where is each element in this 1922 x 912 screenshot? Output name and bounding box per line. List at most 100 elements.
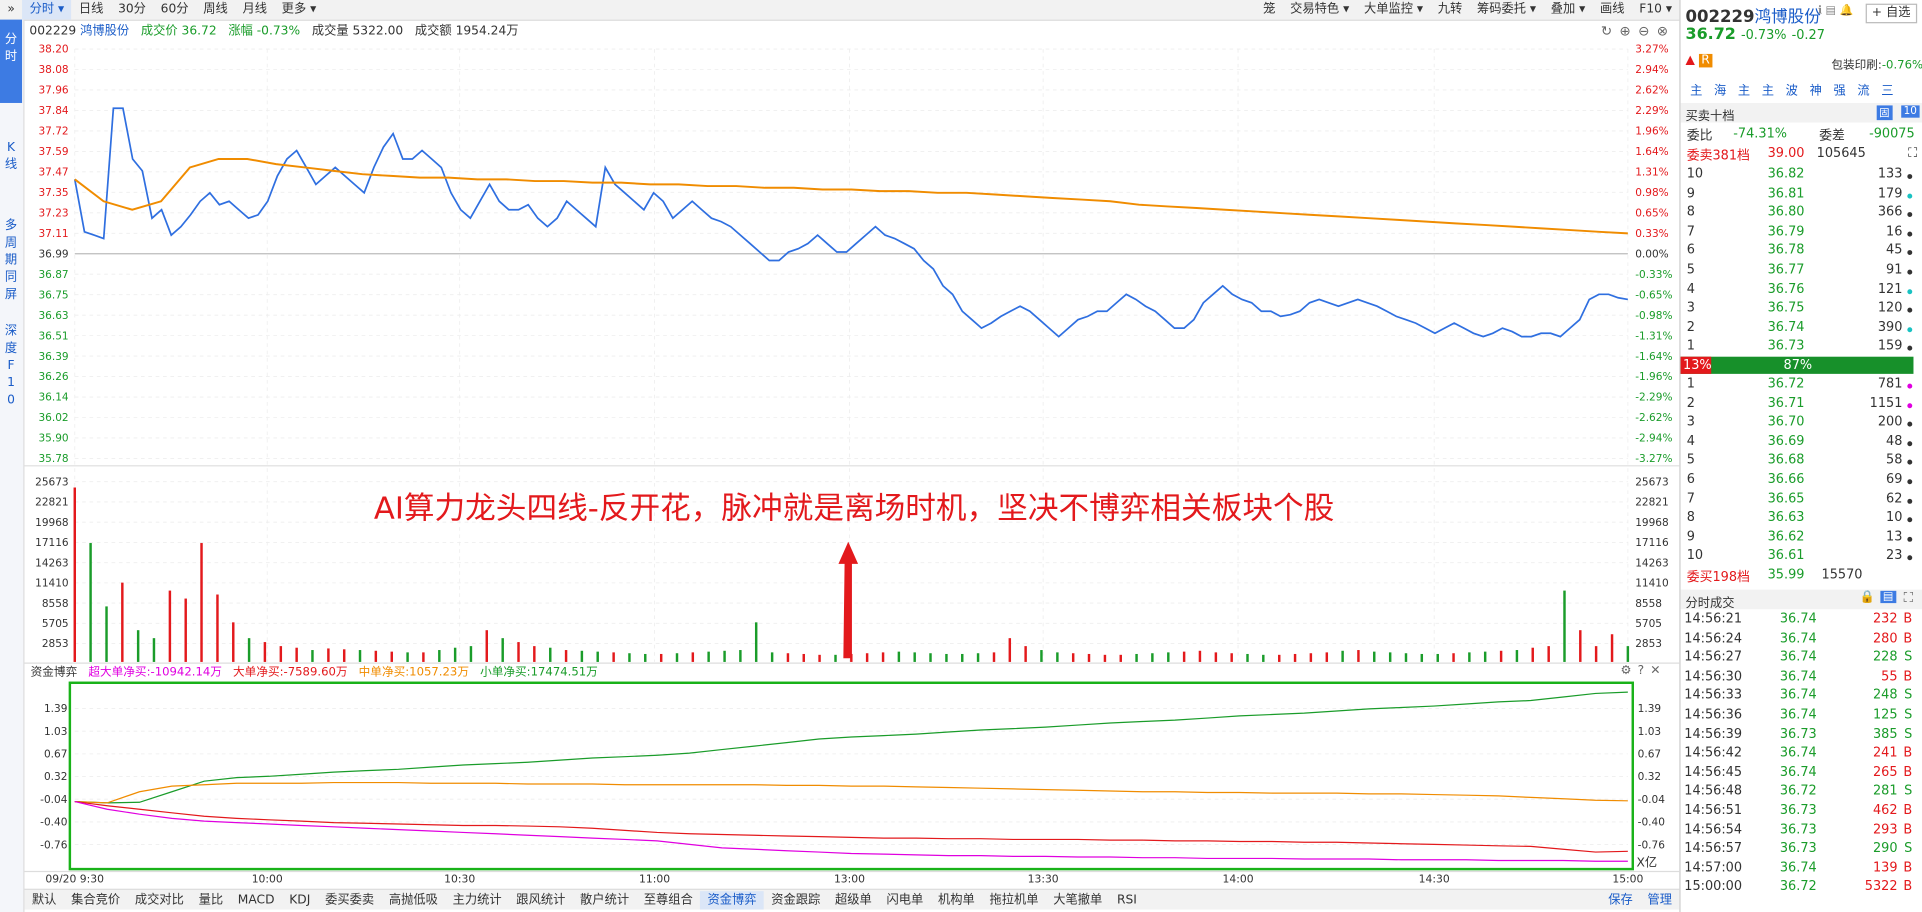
sidebar-tab-depth-f10[interactable]: 深 度 F 1 0 bbox=[0, 324, 22, 410]
depth-10-badge[interactable]: 10 bbox=[1901, 105, 1920, 118]
tick-row: 14:56:57 36.73 290 S bbox=[1684, 841, 1917, 860]
ask-level-row[interactable]: 5 36.77 91 bbox=[1684, 262, 1917, 281]
tool-nine-turn[interactable]: 九转 bbox=[1430, 0, 1469, 20]
tab-more[interactable]: 更多 ▾ bbox=[274, 0, 323, 20]
ask-level-row[interactable]: 10 36.82 133 bbox=[1684, 167, 1917, 186]
bottom-tab[interactable]: 高抛低吸 bbox=[381, 891, 445, 909]
x-tick-label: 13:30 bbox=[1028, 873, 1059, 883]
ask-level-row[interactable]: 1 36.73 159 bbox=[1684, 339, 1917, 358]
close-icon[interactable]: ✕ bbox=[1650, 664, 1666, 677]
bid-level-row[interactable]: 2 36.71 1151 bbox=[1684, 395, 1917, 414]
tab-monthly[interactable]: 月线 bbox=[235, 0, 274, 20]
bottom-tab[interactable]: 默认 bbox=[25, 891, 64, 909]
bottom-tab[interactable]: 闪电单 bbox=[879, 891, 930, 909]
volume-bar bbox=[1483, 651, 1487, 662]
side-icon-button[interactable]: 三 bbox=[1875, 80, 1899, 98]
bid-level-row[interactable]: 6 36.66 69 bbox=[1684, 472, 1917, 491]
tab-30min[interactable]: 30分 bbox=[111, 0, 154, 20]
tool-draw[interactable]: 画线 bbox=[1593, 0, 1632, 20]
expand-icon[interactable]: ⛶ bbox=[1904, 590, 1913, 607]
bottom-tab[interactable]: 大笔撤单 bbox=[1046, 891, 1110, 909]
bid-level-row[interactable]: 8 36.63 10 bbox=[1684, 510, 1917, 529]
tick-side: S bbox=[1904, 707, 1913, 722]
ask-level-row[interactable]: 2 36.74 390 bbox=[1684, 320, 1917, 339]
side-icon-button[interactable]: 神 bbox=[1804, 80, 1828, 98]
bid-level-row[interactable]: 5 36.68 58 bbox=[1684, 453, 1917, 472]
ask-level-row[interactable]: 9 36.81 179 bbox=[1684, 186, 1917, 205]
tab-fenshi[interactable]: 分时 ▾ bbox=[22, 0, 72, 20]
bottom-tab[interactable]: 成交对比 bbox=[127, 891, 191, 909]
tool-trade-feature[interactable]: 交易特色 ▾ bbox=[1283, 0, 1357, 20]
expand-icon[interactable]: ⛶ bbox=[1908, 146, 1917, 162]
tool-chips[interactable]: 筹码委托 ▾ bbox=[1470, 0, 1544, 20]
expand-icon[interactable]: » bbox=[0, 0, 22, 20]
bid-level-row[interactable]: 9 36.62 13 bbox=[1684, 529, 1917, 548]
bottom-tab[interactable]: 散户统计 bbox=[573, 891, 637, 909]
manage-button[interactable]: 管理 bbox=[1640, 891, 1679, 909]
volume-bar bbox=[1594, 646, 1598, 662]
tab-weekly[interactable]: 周线 bbox=[196, 0, 235, 20]
bottom-tab[interactable]: 资金跟踪 bbox=[764, 891, 828, 909]
level-volume: 121 bbox=[1877, 281, 1903, 297]
side-icon-button[interactable]: 主 bbox=[1684, 80, 1708, 98]
sidebar-tab-kline[interactable]: K 线 bbox=[0, 140, 22, 174]
bottom-tab[interactable]: 主力统计 bbox=[445, 891, 509, 909]
save-button[interactable]: 保存 bbox=[1601, 891, 1640, 909]
tick-side: B bbox=[1903, 611, 1913, 627]
bid-level-row[interactable]: 10 36.61 23 bbox=[1684, 548, 1917, 567]
sidebar-tab-fenshi[interactable]: 分 时 bbox=[0, 19, 23, 103]
bottom-tab[interactable]: 至尊组合 bbox=[636, 891, 700, 909]
y-tick-label: 37.23 bbox=[38, 207, 68, 219]
bottom-tab[interactable]: KDJ bbox=[282, 891, 318, 909]
add-watchlist-button[interactable]: + 自选 bbox=[1865, 3, 1917, 24]
bottom-tab[interactable]: 集合竞价 bbox=[64, 891, 128, 909]
bid-level-row[interactable]: 1 36.72 781 bbox=[1684, 376, 1917, 395]
info-icon[interactable]: ℹ ▤ 🔔 bbox=[1818, 5, 1853, 17]
tool-big-order[interactable]: 大单监控 ▾ bbox=[1357, 0, 1431, 20]
ask-level-row[interactable]: 6 36.78 45 bbox=[1684, 243, 1917, 262]
lock-icon[interactable]: 🔒 bbox=[1860, 591, 1875, 604]
tab-daily[interactable]: 日线 bbox=[71, 0, 110, 20]
ticks-title: 分时成交 bbox=[1685, 596, 1735, 611]
level-label: 10 bbox=[1686, 166, 1704, 182]
side-icon-button[interactable]: 主 bbox=[1732, 80, 1756, 98]
volume-bar bbox=[1547, 646, 1550, 662]
tick-price: 36.74 bbox=[1779, 860, 1817, 875]
bottom-tab[interactable]: 跟风统计 bbox=[509, 891, 573, 909]
x-tick-label: 09/20 9:30 bbox=[45, 873, 104, 883]
bid-level-row[interactable]: 4 36.69 48 bbox=[1684, 434, 1917, 453]
volume-bar bbox=[913, 652, 916, 662]
tool-overlay[interactable]: 叠加 ▾ bbox=[1543, 0, 1592, 20]
bottom-tab[interactable]: 拖拉机单 bbox=[982, 891, 1046, 909]
side-icon-button[interactable]: 海 bbox=[1708, 80, 1732, 98]
side-icon-button[interactable]: 波 bbox=[1780, 80, 1804, 98]
help-icon[interactable]: ? bbox=[1638, 664, 1651, 677]
gear-icon[interactable]: ⚙ bbox=[1621, 664, 1638, 677]
tab-60min[interactable]: 60分 bbox=[153, 0, 196, 20]
ask-level-row[interactable]: 3 36.75 120 bbox=[1684, 301, 1917, 320]
side-icon-button[interactable]: 强 bbox=[1828, 80, 1852, 98]
ask-level-row[interactable]: 7 36.79 16 bbox=[1684, 224, 1917, 243]
warning-icon[interactable]: ▲ R bbox=[1685, 53, 1713, 68]
bid-level-row[interactable]: 3 36.70 200 bbox=[1684, 415, 1917, 434]
bottom-tab[interactable]: 委买委卖 bbox=[318, 891, 382, 909]
bottom-tab[interactable]: 量比 bbox=[191, 891, 230, 909]
level-price: 36.62 bbox=[1767, 529, 1805, 545]
side-icon-button[interactable]: 主 bbox=[1756, 80, 1780, 98]
bottom-tab[interactable]: RSI bbox=[1110, 891, 1145, 909]
list-icon[interactable]: ▤ bbox=[1880, 590, 1896, 604]
depth-fixed-badge[interactable]: 固 bbox=[1876, 105, 1893, 121]
vol-tick-label: 14263 bbox=[35, 557, 69, 569]
side-icon-button[interactable]: 流 bbox=[1852, 80, 1876, 98]
tool-cage[interactable]: 笼 bbox=[1256, 0, 1283, 20]
ask-level-row[interactable]: 4 36.76 121 bbox=[1684, 281, 1917, 300]
tick-volume: 385 bbox=[1872, 726, 1898, 742]
bottom-tab[interactable]: 超级单 bbox=[828, 891, 879, 909]
ask-level-row[interactable]: 8 36.80 366 bbox=[1684, 205, 1917, 224]
tool-f10[interactable]: F10 ▾ bbox=[1632, 0, 1679, 20]
bid-level-row[interactable]: 7 36.65 62 bbox=[1684, 491, 1917, 510]
bottom-tab[interactable]: MACD bbox=[230, 891, 281, 909]
bottom-tab[interactable]: 机构单 bbox=[931, 891, 982, 909]
bottom-tab[interactable]: 资金博弈 bbox=[700, 890, 764, 909]
sidebar-tab-multi-period[interactable]: 多 周 期 同 屏 bbox=[0, 218, 22, 304]
